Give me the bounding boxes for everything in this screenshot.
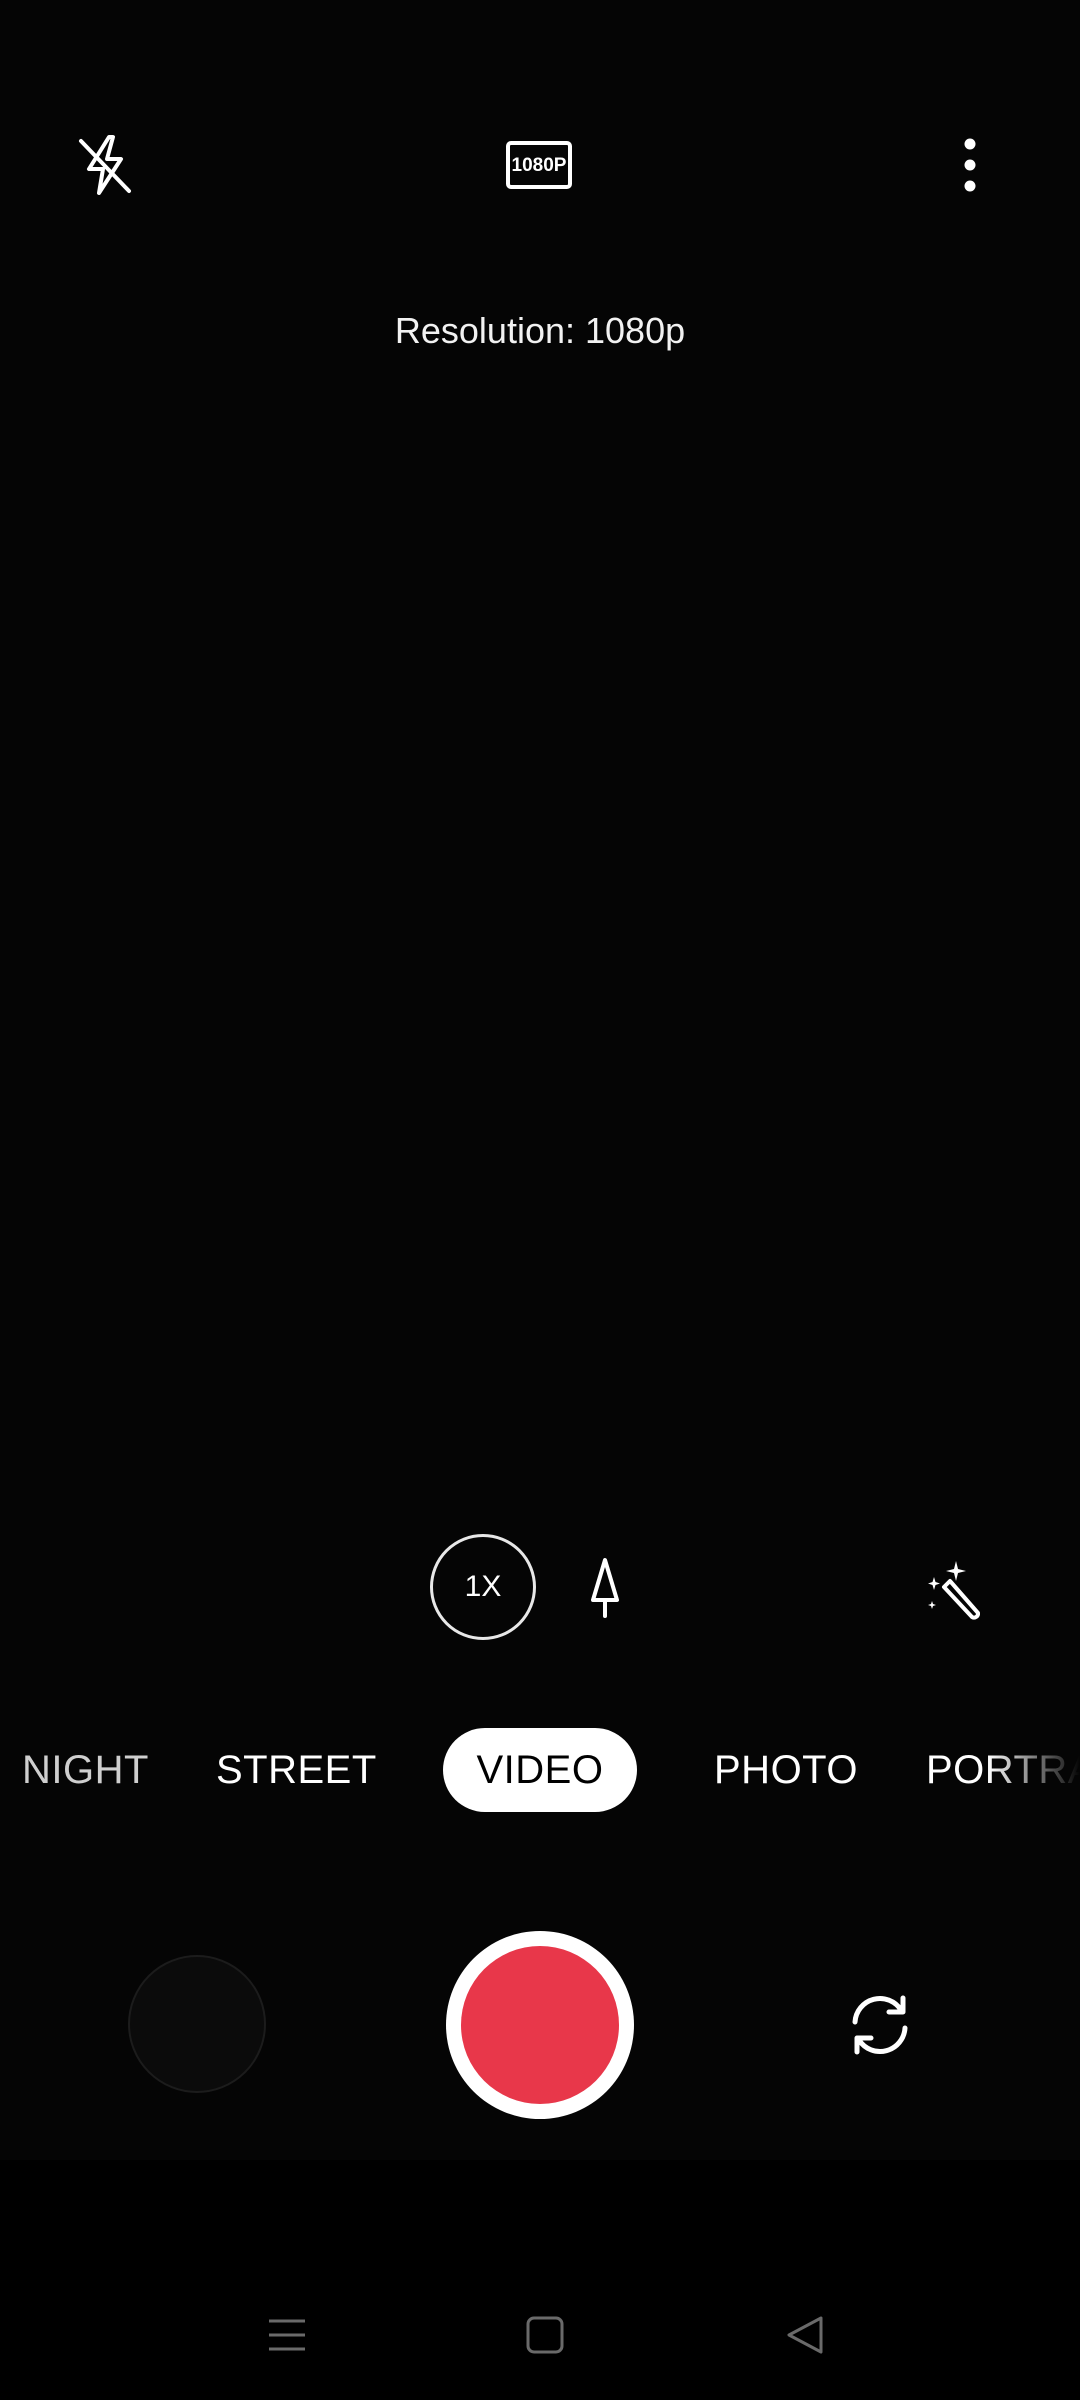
- mode-portrait[interactable]: PORTRAIT: [926, 1728, 1080, 1812]
- menu-icon: [269, 2319, 305, 2351]
- back-icon: [787, 2316, 823, 2354]
- flash-off-icon: [79, 135, 131, 195]
- mode-photo[interactable]: PHOTO: [714, 1728, 858, 1812]
- gallery-thumbnail-button[interactable]: [128, 1955, 266, 2093]
- nav-home-button[interactable]: [505, 2300, 585, 2370]
- resolution-button[interactable]: 1080P: [490, 120, 590, 210]
- filter-button[interactable]: [915, 1550, 995, 1630]
- mode-night[interactable]: NIGHT: [22, 1728, 149, 1812]
- switch-camera-button[interactable]: [840, 1980, 920, 2070]
- record-button-center: [461, 1946, 619, 2104]
- mode-street[interactable]: STREET: [216, 1728, 377, 1812]
- mode-selector[interactable]: NIGHT STREET VIDEO PHOTO PORTRAIT: [0, 1728, 1080, 1812]
- resolution-badge-text: 1080P: [512, 155, 567, 176]
- record-button[interactable]: [446, 1931, 634, 2119]
- zoom-button[interactable]: 1X: [430, 1534, 536, 1640]
- switch-camera-icon: [852, 1995, 908, 2055]
- mode-video[interactable]: VIDEO: [443, 1728, 637, 1812]
- more-options-button[interactable]: [925, 120, 1015, 210]
- magic-wand-icon: [928, 1561, 980, 1620]
- home-icon: [526, 2316, 564, 2354]
- camera-screen: 1080P Resolution: 1080p 1X NIGHT STREET …: [0, 0, 1080, 2400]
- flash-toggle-button[interactable]: [60, 120, 150, 210]
- nav-back-button[interactable]: [765, 2300, 845, 2370]
- tilt-shift-icon: [591, 1558, 619, 1618]
- nav-recents-button[interactable]: [247, 2300, 327, 2370]
- resolution-badge-icon: 1080P: [506, 141, 572, 189]
- tilt-shift-button[interactable]: [575, 1550, 635, 1626]
- resolution-toast: Resolution: 1080p: [394, 310, 686, 351]
- more-vertical-icon: [964, 138, 976, 192]
